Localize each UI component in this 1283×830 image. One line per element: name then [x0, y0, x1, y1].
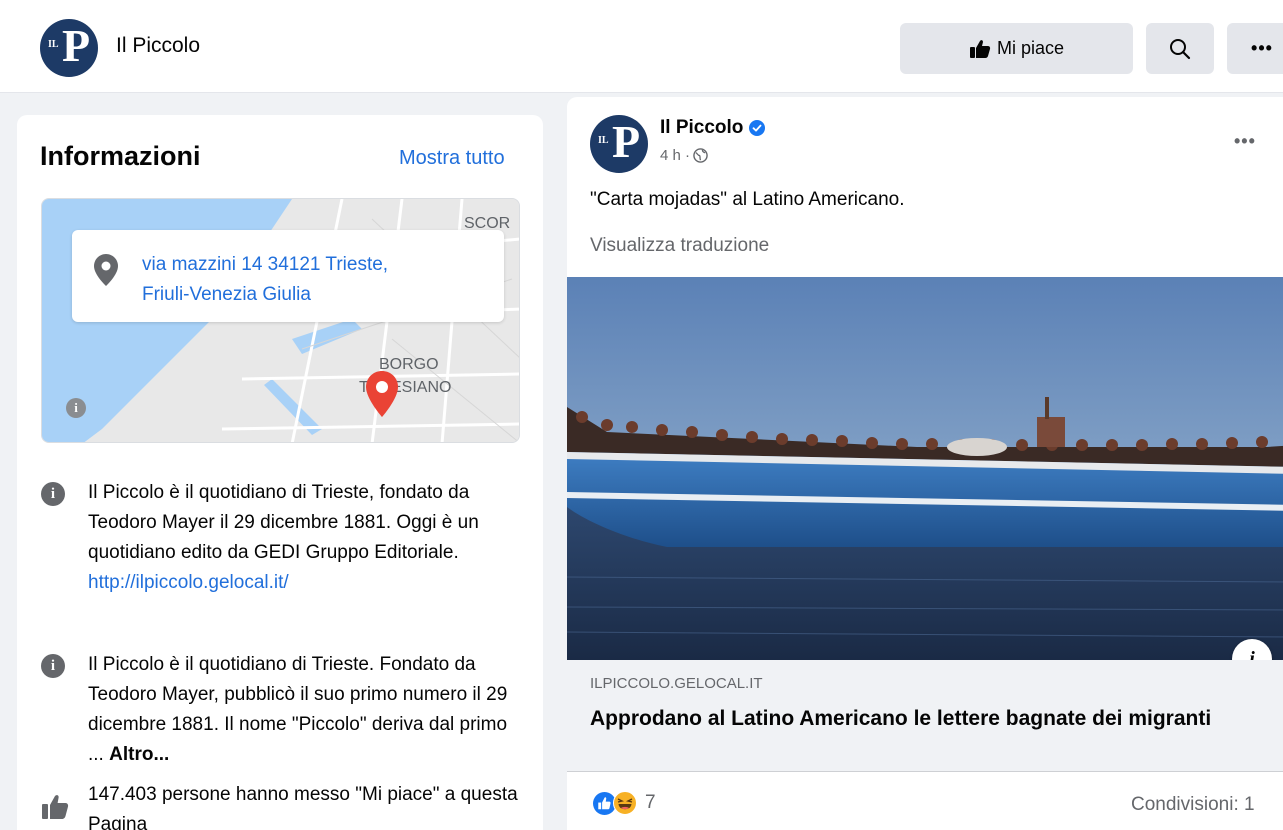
map-marker-icon	[366, 371, 398, 417]
post-options-button[interactable]: •••	[1234, 131, 1256, 152]
reactions-summary[interactable]: 7	[593, 791, 656, 815]
see-translation-link[interactable]: Visualizza traduzione	[590, 235, 769, 257]
like-page-label: Mi piace	[996, 38, 1065, 58]
link-preview[interactable]: ILPICCOLO.GELOCAL.IT Approdano al Latino…	[567, 660, 1283, 772]
description-text: Il Piccolo è il quotidiano di Trieste, f…	[88, 478, 528, 598]
shares-count[interactable]: Condivisioni: 1	[1131, 794, 1255, 816]
post-avatar[interactable]: IL P	[590, 115, 648, 173]
page-name[interactable]: Il Piccolo	[116, 34, 200, 58]
address-box[interactable]: via mazzini 14 34121 Trieste, Friuli-Ven…	[72, 230, 504, 322]
thumbs-up-icon	[42, 795, 69, 819]
about-title: Informazioni	[40, 141, 201, 171]
address-line1: via mazzini 14 34121 Trieste,	[142, 254, 389, 275]
post-meta: 4 h ·	[660, 147, 708, 164]
globe-icon	[693, 148, 708, 163]
long-description-text: Il Piccolo è il quotidiano di Trieste. F…	[88, 650, 528, 770]
thumbs-up-icon	[969, 39, 991, 58]
link-title[interactable]: Approdano al Latino Americano le lettere…	[590, 704, 1230, 733]
search-icon	[1170, 38, 1191, 59]
boat-photo-image	[567, 277, 1283, 660]
like-page-button[interactable]: Mi piace	[900, 23, 1133, 74]
post-text: "Carta mojadas" al Latino Americano.	[590, 189, 905, 210]
location-map[interactable]: SCOR BORGO TERESIANO via mazzini 14 3412…	[41, 198, 520, 443]
read-more-link[interactable]: Altro...	[109, 744, 169, 765]
description-1: Il Piccolo è il quotidiano di Trieste, f…	[88, 482, 479, 563]
page-header: IL P Il Piccolo Mi piace •••	[0, 0, 1283, 93]
reactions-count: 7	[645, 792, 656, 813]
post-author-name: Il Piccolo	[660, 117, 744, 138]
address-line2: Friuli-Venezia Giulia	[142, 284, 311, 305]
page-logo[interactable]: IL P	[40, 19, 98, 77]
more-options-button[interactable]: •••	[1227, 23, 1283, 74]
verified-badge-icon	[749, 120, 766, 136]
show-all-link[interactable]: Mostra tutto	[399, 147, 505, 170]
post-photo[interactable]	[567, 277, 1283, 660]
info-icon: i	[41, 482, 65, 506]
search-button[interactable]	[1146, 23, 1214, 74]
post-author[interactable]: Il Piccolo	[660, 117, 766, 139]
website-link[interactable]: http://ilpiccolo.gelocal.it/	[88, 568, 528, 598]
about-card: Informazioni Mostra tutto SCOR BORGO TER…	[17, 115, 543, 830]
post-card: IL P Il Piccolo 4 h · ••• "Carta mojadas…	[567, 97, 1283, 830]
link-domain: ILPICCOLO.GELOCAL.IT	[590, 675, 763, 692]
info-icon: i	[41, 654, 65, 678]
post-time[interactable]: 4 h ·	[660, 147, 690, 164]
haha-reaction-icon	[613, 791, 637, 815]
likes-text: 147.403 persone hanno messo "Mi piace" a…	[88, 784, 518, 830]
location-pin-icon	[94, 254, 118, 286]
address-text[interactable]: via mazzini 14 34121 Trieste, Friuli-Ven…	[142, 250, 482, 310]
map-info-icon[interactable]: i	[66, 398, 86, 418]
